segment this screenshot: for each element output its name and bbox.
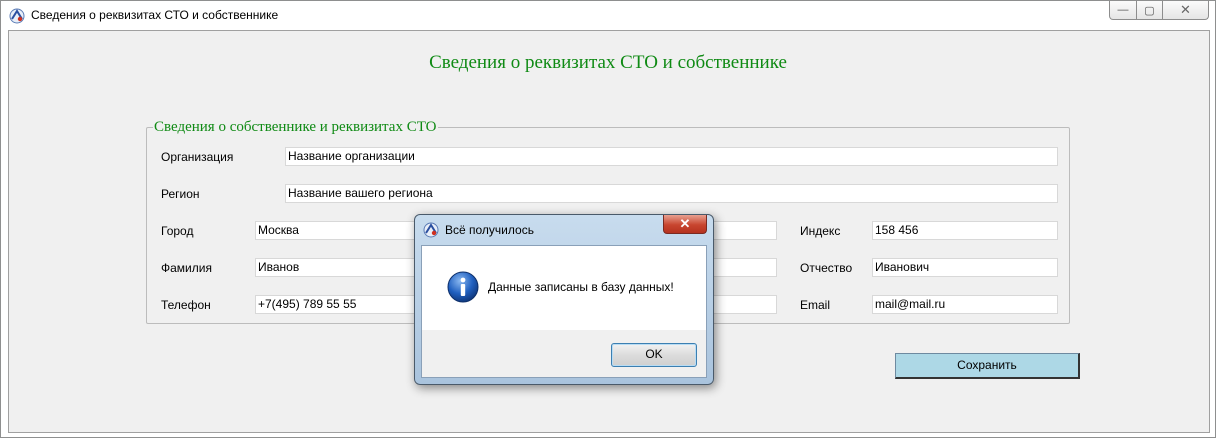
organization-input[interactable]: Название организации bbox=[285, 147, 1058, 166]
dialog-close-button[interactable]: ✕ bbox=[663, 215, 707, 234]
close-button[interactable]: ✕ bbox=[1163, 1, 1209, 20]
email-input[interactable]: mail@mail.ru bbox=[872, 295, 1058, 314]
region-label: Регион bbox=[161, 187, 200, 201]
ok-button[interactable]: OK bbox=[611, 343, 697, 367]
email-label: Email bbox=[800, 298, 831, 312]
app-icon bbox=[423, 222, 439, 238]
group-title: Сведения о собственнике и реквизитах СТО bbox=[153, 119, 438, 136]
dialog-body: Данные записаны в базу данных! OK bbox=[421, 245, 707, 378]
dialog-title: Всё получилось bbox=[445, 223, 534, 237]
close-icon: ✕ bbox=[1180, 2, 1191, 17]
phone-label: Телефон bbox=[161, 298, 211, 312]
city-label: Город bbox=[161, 224, 194, 238]
message-dialog: Всё получилось ✕ Данные записаны в базу … bbox=[414, 214, 714, 385]
organization-label: Организация bbox=[161, 150, 234, 164]
index-label: Индекс bbox=[800, 224, 841, 238]
save-button[interactable]: Сохранить bbox=[895, 353, 1080, 379]
minimize-icon: — bbox=[1117, 4, 1129, 16]
maximize-icon: ▢ bbox=[1144, 4, 1155, 17]
window-controls: — ▢ ✕ bbox=[1109, 1, 1209, 21]
region-input[interactable]: Название вашего региона bbox=[285, 184, 1058, 203]
window-title: Сведения о реквизитах СТО и собственнике bbox=[31, 8, 279, 22]
close-icon: ✕ bbox=[679, 216, 691, 231]
minimize-button[interactable]: — bbox=[1109, 1, 1137, 20]
page-title: Сведения о реквизитах СТО и собственнике bbox=[429, 52, 787, 73]
patronymic-input[interactable]: Иванович bbox=[872, 258, 1058, 277]
title-bar[interactable]: Сведения о реквизитах СТО и собственнике… bbox=[1, 1, 1215, 29]
info-icon bbox=[447, 271, 479, 303]
index-input[interactable]: 158 456 bbox=[872, 221, 1058, 240]
app-icon bbox=[9, 8, 25, 24]
dialog-message-area: Данные записаны в базу данных! bbox=[422, 246, 706, 330]
surname-label: Фамилия bbox=[161, 261, 212, 275]
dialog-message: Данные записаны в базу данных! bbox=[488, 280, 674, 294]
patronymic-label: Отчество bbox=[800, 261, 853, 275]
maximize-button[interactable]: ▢ bbox=[1137, 1, 1163, 20]
